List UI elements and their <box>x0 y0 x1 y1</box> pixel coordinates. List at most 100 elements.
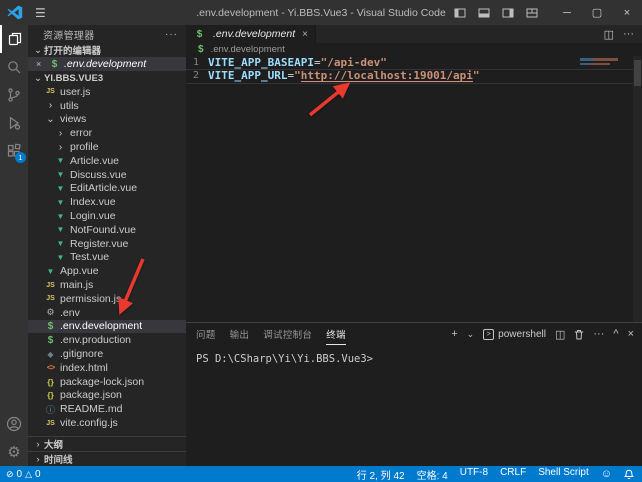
tree-item-label: .env.production <box>60 334 131 346</box>
tree-item-label: EditArticle.vue <box>70 182 137 194</box>
split-terminal-icon[interactable]: ◫ <box>555 328 565 341</box>
menu-icon[interactable]: ☰ <box>35 6 46 20</box>
close-button[interactable]: × <box>612 0 642 25</box>
panel-tab[interactable]: 调试控制台 <box>263 324 312 345</box>
status-item[interactable]: Shell Script <box>538 467 589 482</box>
tree-item-discuss-vue[interactable]: ▼Discuss.vue <box>28 168 186 182</box>
errors-icon: ⊘ <box>6 469 14 480</box>
panel-more-actions-icon[interactable]: ··· <box>593 328 604 340</box>
tree-item-label: Article.vue <box>70 155 119 167</box>
account-icon[interactable] <box>0 410 28 438</box>
json-file-icon: {} <box>44 377 57 387</box>
tree-item-permission-js[interactable]: JSpermission.js <box>28 292 186 306</box>
shellscript-file-icon: $ <box>44 321 57 332</box>
minimap[interactable] <box>580 58 620 65</box>
tree-item--gitignore[interactable]: ◆.gitignore <box>28 347 186 361</box>
vscode-logo-icon <box>7 5 23 20</box>
tree-item-label: README.md <box>60 403 122 415</box>
tab-close-icon[interactable]: × <box>302 29 308 40</box>
tree-item-main-js[interactable]: JSmain.js <box>28 278 186 292</box>
tree-item-login-vue[interactable]: ▼Login.vue <box>28 209 186 223</box>
js-file-icon: JS <box>44 88 57 95</box>
terminal-shell-chip[interactable]: > powershell <box>483 329 546 340</box>
tree-item-notfound-vue[interactable]: ▼NotFound.vue <box>28 223 186 237</box>
project-root-header[interactable]: ⌄ YI.BBS.VUE3 <box>28 71 186 85</box>
terminal-dropdown-icon[interactable]: ⌄ <box>467 329 475 340</box>
url-link[interactable]: http://localhost:19001/api <box>301 69 473 82</box>
tree-item-label: permission.js <box>60 293 121 305</box>
open-editor-item[interactable]: × $ .env.development <box>28 57 186 71</box>
tree-item-label: .env.development <box>60 320 142 332</box>
outline-section-header[interactable]: › 大纲 <box>28 436 186 451</box>
tree-item-utils[interactable]: ›utils <box>28 99 186 113</box>
extensions-icon[interactable]: 1 <box>0 137 28 165</box>
code-line-2: 2 VITE_APP_URL="http://localhost:19001/a… <box>186 69 642 82</box>
shellscript-file-icon: $ <box>198 44 204 55</box>
tree-item--env[interactable]: ⚙.env <box>28 306 186 320</box>
tree-item-label: package.json <box>60 389 122 401</box>
warnings-icon: △ <box>25 469 32 480</box>
status-item[interactable]: UTF-8 <box>460 467 488 482</box>
tree-item-views[interactable]: ⌄views <box>28 113 186 127</box>
tree-item-package-lock-json[interactable]: {}package-lock.json <box>28 375 186 389</box>
chevron-right-icon: › <box>54 142 67 153</box>
notifications-bell-icon[interactable] <box>624 469 634 480</box>
close-icon[interactable]: × <box>36 59 48 69</box>
tree-item-index-html[interactable]: <>index.html <box>28 361 186 375</box>
new-terminal-icon[interactable]: + <box>451 328 457 340</box>
tree-item-label: Login.vue <box>70 210 116 222</box>
customize-layout-icon[interactable] <box>526 7 538 19</box>
tab-env-development[interactable]: $ .env.development × <box>186 25 316 43</box>
file-tree: JSuser.js›utils⌄views›error›profile▼Arti… <box>28 85 186 430</box>
editor-scrollbar[interactable] <box>633 56 642 322</box>
maximize-panel-icon[interactable]: ^ <box>613 328 618 340</box>
chevron-down-icon: ⌄ <box>32 45 44 56</box>
panel-tab[interactable]: 输出 <box>230 324 250 345</box>
tree-item-test-vue[interactable]: ▼Test.vue <box>28 251 186 265</box>
tree-item-app-vue[interactable]: ▼App.vue <box>28 264 186 278</box>
open-editors-header[interactable]: ⌄ 打开的编辑器 <box>28 43 186 57</box>
explorer-more-actions-icon[interactable]: ··· <box>165 29 178 40</box>
feedback-smiley-icon[interactable]: ☺ <box>601 468 612 480</box>
tree-item--env-production[interactable]: $.env.production <box>28 333 186 347</box>
split-editor-icon[interactable]: ◫ <box>604 28 614 41</box>
tree-item-package-json[interactable]: {}package.json <box>28 389 186 403</box>
tree-item-error[interactable]: ›error <box>28 126 186 140</box>
status-item[interactable]: 行 2, 列 42 <box>357 467 405 482</box>
maximize-button[interactable]: ▢ <box>582 0 612 25</box>
terminal-output[interactable]: PS D:\CSharp\Yi\Yi.BBS.Vue3> <box>186 345 642 466</box>
close-panel-icon[interactable]: × <box>628 328 634 340</box>
tree-item--env-development[interactable]: $.env.development <box>28 320 186 334</box>
tree-item-index-vue[interactable]: ▼Index.vue <box>28 195 186 209</box>
tree-item-user-js[interactable]: JSuser.js <box>28 85 186 99</box>
panel-tab[interactable]: 问题 <box>196 324 216 345</box>
panel-tab[interactable]: 终端 <box>326 324 346 345</box>
search-icon[interactable] <box>0 53 28 81</box>
minimize-button[interactable]: ─ <box>552 0 582 25</box>
status-item[interactable]: CRLF <box>500 467 526 482</box>
tree-item-article-vue[interactable]: ▼Article.vue <box>28 154 186 168</box>
editor-more-actions-icon[interactable]: ··· <box>623 28 634 40</box>
tree-item-vite-config-js[interactable]: JSvite.config.js <box>28 416 186 430</box>
activity-bar: 1 ⚙ <box>0 25 28 466</box>
tree-item-register-vue[interactable]: ▼Register.vue <box>28 237 186 251</box>
breadcrumb[interactable]: $ .env.development <box>186 43 642 56</box>
run-and-debug-icon[interactable] <box>0 109 28 137</box>
tree-item-readme-md[interactable]: ⓘREADME.md <box>28 402 186 416</box>
tree-item-label: main.js <box>60 279 93 291</box>
vue-file-icon: ▼ <box>54 225 67 234</box>
explorer-icon[interactable] <box>0 25 28 53</box>
timeline-section-header[interactable]: › 时间线 <box>28 451 186 466</box>
problems-status[interactable]: ⊘ 0 △ 0 <box>6 469 41 480</box>
toggle-panel-icon[interactable] <box>478 7 490 19</box>
toggle-secondary-sidebar-icon[interactable] <box>502 7 514 19</box>
tree-item-editarticle-vue[interactable]: ▼EditArticle.vue <box>28 182 186 196</box>
settings-gear-icon[interactable]: ⚙ <box>0 438 28 466</box>
tree-item-label: utils <box>60 100 79 112</box>
source-control-icon[interactable] <box>0 81 28 109</box>
status-item[interactable]: 空格: 4 <box>417 467 448 482</box>
code-editor[interactable]: 1 VITE_APP_BASEAPI="/api-dev" 2 VITE_APP… <box>186 56 642 322</box>
kill-terminal-trash-icon[interactable] <box>574 329 584 340</box>
toggle-sidebar-icon[interactable] <box>454 7 466 19</box>
tree-item-profile[interactable]: ›profile <box>28 140 186 154</box>
